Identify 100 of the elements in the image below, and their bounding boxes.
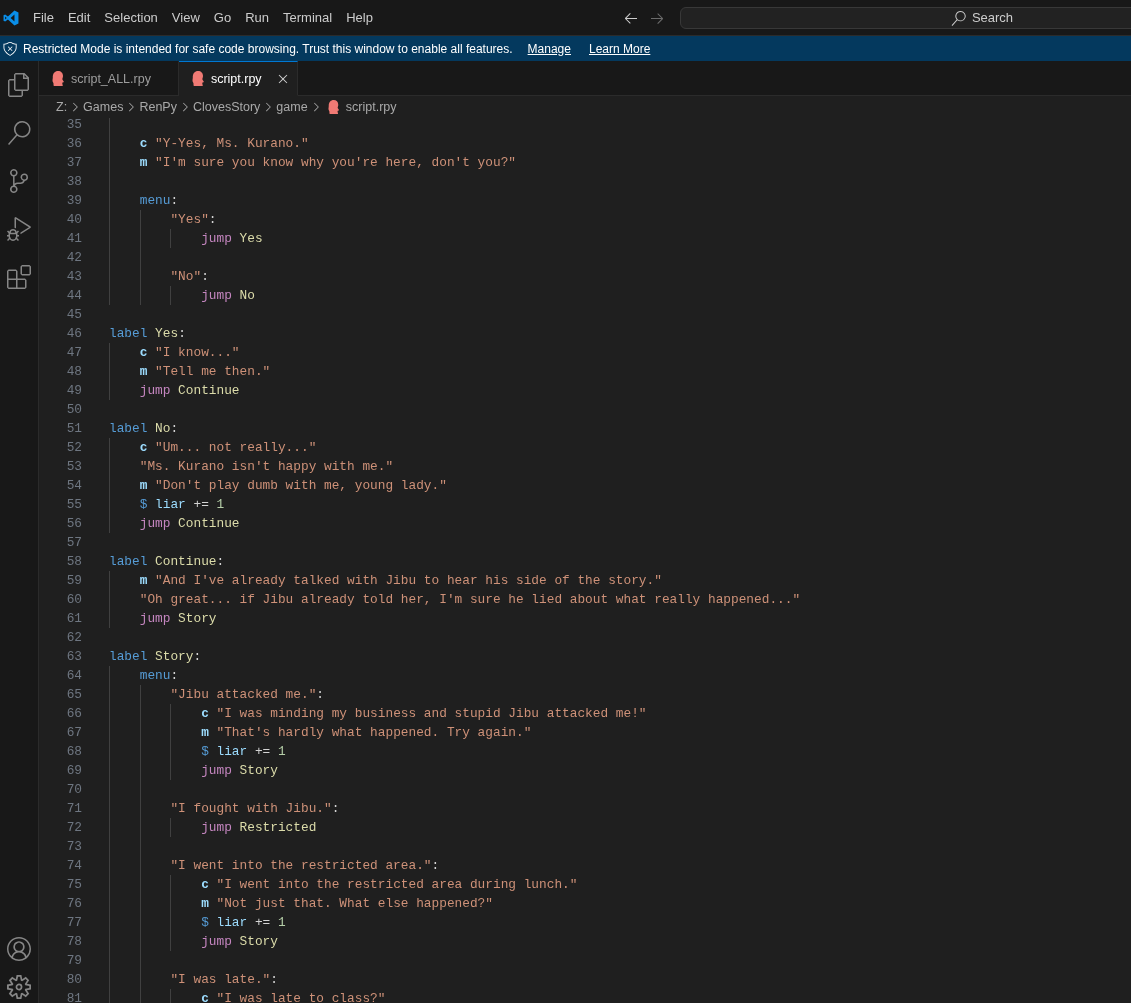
line-number: 64 bbox=[65, 667, 82, 685]
line-number: 62 bbox=[65, 629, 82, 647]
account-icon[interactable] bbox=[7, 937, 31, 961]
line-number: 72 bbox=[65, 819, 82, 837]
line-number: 39 bbox=[65, 192, 82, 210]
line-number: 49 bbox=[65, 382, 82, 400]
code-line: label Story: bbox=[109, 648, 202, 666]
menu-item[interactable]: File bbox=[26, 6, 61, 29]
editor-tab[interactable]: script.rpy bbox=[178, 61, 298, 96]
code-line: jump Continue bbox=[139, 382, 240, 400]
breadcrumb-item[interactable]: game bbox=[276, 100, 308, 114]
code-line: m "I'm sure you know why you're here, don't you?" bbox=[139, 154, 516, 172]
menu-item[interactable]: Help bbox=[339, 6, 380, 29]
line-number: 58 bbox=[65, 553, 82, 571]
code-line: label Yes: bbox=[109, 325, 186, 343]
line-number: 68 bbox=[65, 743, 82, 761]
menu-item[interactable]: Go bbox=[206, 6, 239, 29]
code-line: m "Tell me then." bbox=[139, 363, 271, 381]
banner-link[interactable]: Learn More bbox=[588, 41, 651, 56]
line-number: 63 bbox=[65, 648, 82, 666]
blocks-icon[interactable] bbox=[7, 265, 31, 289]
code-line: "Oh great... if Jibu already told her, I'm sure he lied about what really happened..." bbox=[139, 591, 801, 609]
editor-tab[interactable]: script_ALL.rpy bbox=[39, 61, 179, 96]
menu-item[interactable]: View bbox=[164, 6, 207, 29]
search-icon[interactable] bbox=[7, 121, 31, 145]
head-silhouette-icon bbox=[52, 71, 64, 86]
line-number: 73 bbox=[65, 838, 82, 856]
line-number: 47 bbox=[65, 344, 82, 362]
code-line: "I went into the restricted area.": bbox=[170, 857, 440, 875]
menu-item[interactable]: Terminal bbox=[276, 6, 340, 29]
code-line: jump Restricted bbox=[201, 819, 317, 837]
breadcrumb-item[interactable]: Games bbox=[83, 100, 124, 114]
code-line: $ liar += 1 bbox=[139, 496, 225, 514]
line-number: 67 bbox=[65, 724, 82, 742]
line-number: 43 bbox=[65, 268, 82, 286]
line-number: 78 bbox=[65, 933, 82, 951]
line-number: 70 bbox=[65, 781, 82, 799]
code-line: c "I went into the restricted area during lunch." bbox=[201, 876, 578, 894]
line-number: 41 bbox=[65, 230, 82, 248]
code-line: $ liar += 1 bbox=[201, 743, 286, 761]
code-line: m "That's hardly what happened. Try again." bbox=[201, 724, 532, 742]
code-line: m "And I've already talked with Jibu to hear his side of the story." bbox=[139, 572, 662, 590]
code-line: c "I was minding my business and stupid Jibu attacked me!" bbox=[201, 705, 647, 723]
line-number: 60 bbox=[65, 591, 82, 609]
breadcrumb-item[interactable]: Z: bbox=[56, 100, 68, 114]
settings-icon[interactable] bbox=[7, 975, 31, 999]
banner-link[interactable]: Manage bbox=[527, 41, 571, 56]
line-number: 57 bbox=[65, 534, 82, 552]
code-line: c "Um... not really..." bbox=[139, 439, 317, 457]
line-number: 50 bbox=[65, 401, 82, 419]
breadcrumb-item[interactable]: ClovesStory bbox=[192, 100, 261, 114]
line-number: 81 bbox=[65, 990, 82, 1003]
code-line: label Continue: bbox=[109, 553, 225, 571]
line-number: 36 bbox=[65, 135, 82, 153]
line-number: 55 bbox=[65, 496, 82, 514]
code-line: jump No bbox=[201, 287, 255, 305]
line-number: 65 bbox=[65, 686, 82, 704]
files-icon[interactable] bbox=[7, 73, 31, 97]
search-field[interactable]: Search bbox=[680, 6, 1131, 29]
code-line: c "I know..." bbox=[139, 344, 240, 362]
breadcrumb-item[interactable]: script.rpy bbox=[345, 100, 397, 114]
line-number: 54 bbox=[65, 477, 82, 495]
line-number: 69 bbox=[65, 762, 82, 780]
play-bug-icon[interactable] bbox=[7, 217, 31, 241]
breadcrumb-item[interactable]: RenPy bbox=[139, 100, 177, 114]
line-number: 42 bbox=[65, 249, 82, 267]
line-number: 40 bbox=[65, 211, 82, 229]
line-number: 48 bbox=[65, 363, 82, 381]
line-number: 46 bbox=[65, 325, 82, 343]
code-line: "I fought with Jibu.": bbox=[170, 800, 340, 818]
line-number: 59 bbox=[65, 572, 82, 590]
code-line: "Jibu attacked me.": bbox=[170, 686, 325, 704]
line-number: 53 bbox=[65, 458, 82, 476]
code-line: label No: bbox=[109, 420, 179, 438]
code-line: jump Continue bbox=[139, 515, 240, 533]
code-line: jump Story bbox=[139, 610, 217, 628]
menu-item[interactable]: Run bbox=[238, 6, 276, 29]
menu-item[interactable]: Edit bbox=[60, 6, 98, 29]
line-number: 38 bbox=[65, 173, 82, 191]
line-number: 71 bbox=[65, 800, 82, 818]
line-number: 75 bbox=[65, 876, 82, 894]
line-number: 77 bbox=[65, 914, 82, 932]
menu-item[interactable]: Selection bbox=[97, 6, 165, 29]
line-number: 45 bbox=[65, 306, 82, 324]
code-line: c "Y-Yes, Ms. Kurano." bbox=[139, 135, 309, 153]
code-line: "No": bbox=[170, 268, 209, 286]
line-number: 44 bbox=[65, 287, 82, 305]
line-number: 66 bbox=[65, 705, 82, 723]
code-line: jump Story bbox=[201, 762, 278, 780]
line-number: 56 bbox=[65, 515, 82, 533]
code-line: m "Not just that. What else happened?" bbox=[201, 895, 493, 913]
branch-icon[interactable] bbox=[7, 169, 31, 193]
line-number: 61 bbox=[65, 610, 82, 628]
shield-icon bbox=[3, 41, 17, 56]
code-line: $ liar += 1 bbox=[201, 914, 286, 932]
code-line: jump Yes bbox=[201, 230, 263, 248]
app-logo bbox=[3, 9, 19, 26]
code-line: m "Don't play dumb with me, young lady." bbox=[139, 477, 447, 495]
code-line: c "I was late to class?" bbox=[201, 990, 386, 1003]
search-icon bbox=[950, 10, 966, 26]
